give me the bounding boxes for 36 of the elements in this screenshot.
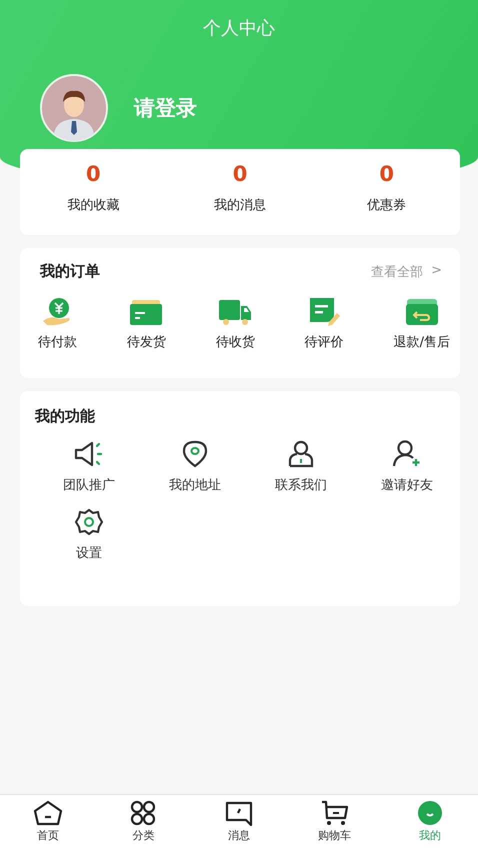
function-link[interactable]: 团队推广 [63, 476, 115, 494]
location-pin-icon [180, 440, 210, 468]
tab[interactable]: 消息 [191, 795, 287, 850]
order-status-link[interactable]: 待评价 [304, 333, 344, 351]
tab[interactable]: 首页 [0, 795, 96, 850]
stat-label[interactable]: 我的收藏 [67, 196, 120, 214]
return-box-icon [404, 297, 439, 327]
add-person-icon [392, 440, 422, 468]
note-pencil-icon [307, 297, 342, 327]
cart-icon [320, 800, 350, 826]
order-status-link[interactable]: 退款/售后 [394, 333, 450, 351]
megaphone-icon [74, 440, 104, 468]
avatar [40, 74, 108, 142]
stat-label[interactable]: 优惠券 [367, 196, 406, 214]
package-icon [129, 297, 164, 327]
tab[interactable]: 分类 [96, 795, 192, 850]
section-title: 我的订单 [40, 262, 100, 281]
function-link[interactable]: 邀请好友 [381, 476, 433, 494]
order-status-link[interactable]: 待收货 [216, 333, 255, 351]
function-link[interactable]: 联系我们 [275, 476, 327, 494]
tab[interactable]: 购物车 [286, 795, 382, 850]
function-link[interactable]: 我的地址 [169, 476, 221, 494]
section-title: 我的功能 [34, 406, 96, 426]
message-icon [224, 800, 254, 826]
stat-label[interactable]: 我的消息 [214, 196, 266, 214]
person-icon [286, 440, 316, 468]
stat-value: 0 [379, 162, 394, 186]
order-status-link[interactable]: 待付款 [38, 333, 77, 351]
truck-icon [218, 297, 252, 327]
stat-value: 0 [232, 162, 248, 186]
function-link[interactable]: 设置 [76, 544, 102, 562]
home-icon [32, 800, 63, 826]
order-status-link[interactable]: 待发货 [126, 333, 166, 351]
page-title: 个人中心 [203, 17, 275, 40]
stat-value: 0 [86, 162, 101, 186]
settings-icon [74, 508, 104, 536]
